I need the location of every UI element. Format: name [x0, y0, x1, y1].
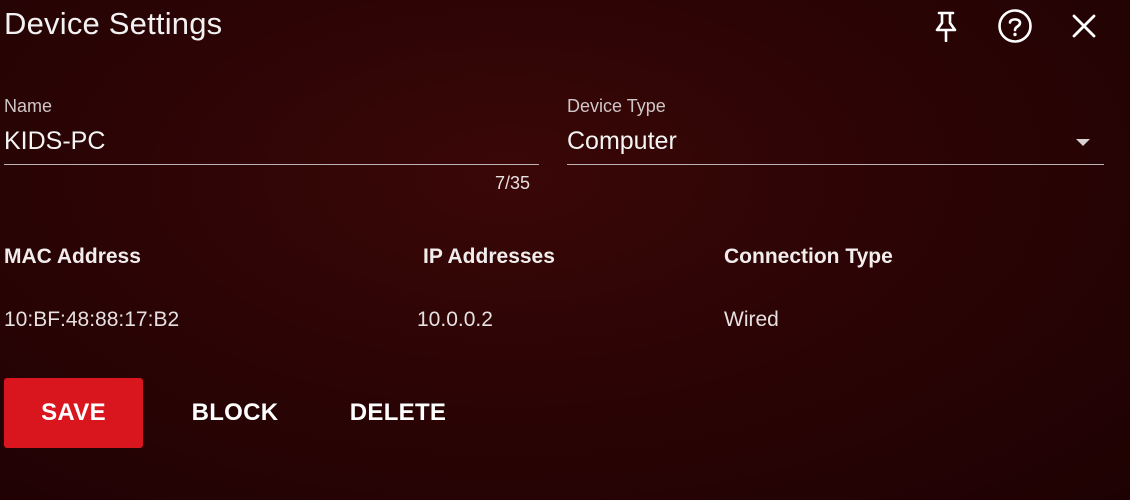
device-type-value[interactable]: Computer — [567, 127, 677, 156]
ip-addresses-label: IP Addresses — [423, 245, 555, 268]
chevron-down-icon[interactable] — [1076, 139, 1090, 146]
name-field-label: Name — [4, 96, 53, 116]
mac-address-label: MAC Address — [4, 245, 141, 268]
save-button[interactable]: SAVE — [4, 378, 143, 448]
name-field-underline — [4, 164, 539, 165]
name-character-counter: 7/35 — [495, 173, 531, 193]
device-type-underline — [567, 164, 1104, 165]
dialog-title: Device Settings — [4, 6, 223, 41]
name-field-value[interactable]: KIDS-PC — [4, 127, 105, 156]
pin-icon[interactable] — [926, 6, 966, 46]
close-icon[interactable] — [1064, 6, 1104, 46]
mac-address-value: 10:BF:48:88:17:B2 — [4, 308, 180, 331]
connection-type-value: Wired — [724, 308, 779, 331]
block-button[interactable]: BLOCK — [178, 378, 292, 448]
dialog-header: Device Settings — [0, 0, 1130, 56]
ip-address-value: 10.0.0.2 — [417, 308, 493, 331]
connection-type-label: Connection Type — [724, 245, 893, 268]
help-icon[interactable] — [995, 6, 1035, 46]
delete-button[interactable]: DELETE — [336, 378, 460, 448]
device-type-label: Device Type — [567, 96, 666, 116]
